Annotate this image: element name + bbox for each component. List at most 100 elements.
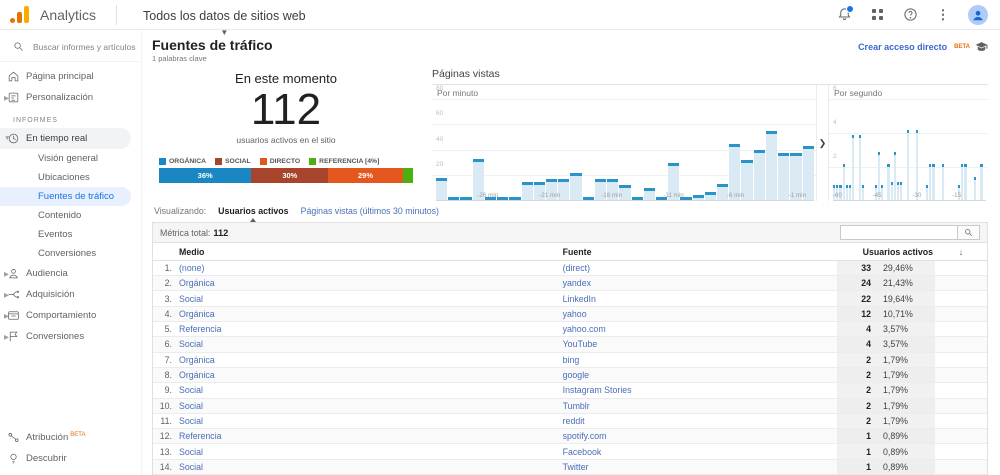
school-cap-icon[interactable] bbox=[975, 40, 988, 53]
notifications-icon[interactable] bbox=[836, 7, 852, 23]
medio-link[interactable]: Orgánica bbox=[179, 309, 215, 319]
per-second-chart[interactable]: Por segundo 246-60-45-30-15 bbox=[828, 85, 988, 201]
sidebar-item-vision-general[interactable]: Visión general bbox=[0, 149, 141, 168]
row-tail bbox=[935, 398, 987, 413]
medio-cell: Social bbox=[179, 383, 563, 398]
bar bbox=[952, 199, 954, 200]
bar bbox=[891, 182, 893, 200]
create-shortcut-link[interactable]: Crear acceso directoBETA bbox=[858, 40, 988, 53]
sidebar-item-atribucion[interactable]: AtribuciónBETA bbox=[0, 427, 141, 448]
bar bbox=[910, 199, 912, 200]
sidebar-item-label: Página principal bbox=[26, 71, 94, 82]
sidebar-item-conversiones[interactable]: ▶ Conversiones bbox=[0, 326, 141, 347]
per-second-label: Por segundo bbox=[834, 88, 882, 98]
lightbulb-icon bbox=[7, 452, 20, 465]
header-fuente[interactable]: Fuente bbox=[563, 243, 837, 260]
sidebar-item-descubrir[interactable]: Descubrir bbox=[0, 448, 141, 469]
fuente-cell: yahoo.com bbox=[563, 322, 837, 337]
fuente-link[interactable]: google bbox=[563, 370, 589, 380]
row-index: 14. bbox=[153, 459, 179, 474]
fuente-link[interactable]: Twitter bbox=[563, 462, 589, 472]
usuarios-percent: 29,46% bbox=[877, 260, 935, 275]
fuente-link[interactable]: yandex bbox=[563, 278, 591, 288]
medio-link[interactable]: Social bbox=[179, 385, 203, 395]
legend-swatch-icon bbox=[309, 158, 316, 165]
legend-item: ORGÁNICA bbox=[159, 158, 206, 165]
sidebar-item-adquisicion[interactable]: ▶ Adquisición bbox=[0, 284, 141, 305]
sidebar-item-conversiones-rt[interactable]: Conversiones bbox=[0, 244, 141, 263]
sidebar-item-realtime[interactable]: ▼ En tiempo real bbox=[0, 128, 131, 149]
main-content: Fuentes de tráfico 1 palabras clave Crea… bbox=[142, 30, 1000, 475]
medio-link[interactable]: Orgánica bbox=[179, 370, 215, 380]
bar bbox=[936, 199, 938, 200]
fuente-link[interactable]: spotify.com bbox=[563, 431, 607, 441]
bar bbox=[843, 164, 845, 201]
fuente-link[interactable]: Tumblr bbox=[563, 401, 590, 411]
sidebar-item-customization[interactable]: ▶ Personalización bbox=[0, 87, 141, 108]
fuente-link[interactable]: (direct) bbox=[563, 263, 590, 273]
row-index: 4. bbox=[153, 306, 179, 321]
medio-link[interactable]: Social bbox=[179, 401, 203, 411]
row-tail bbox=[935, 260, 987, 275]
table-row: 13.SocialFacebook10,89% bbox=[153, 444, 987, 459]
medio-link[interactable]: Orgánica bbox=[179, 355, 215, 365]
sidebar-item-fuentes-de-trafico[interactable]: Fuentes de tráfico bbox=[0, 187, 131, 206]
bar bbox=[916, 130, 918, 200]
bar bbox=[570, 173, 581, 201]
fuente-link[interactable]: LinkedIn bbox=[563, 294, 596, 304]
medio-link[interactable]: Referencia bbox=[179, 324, 222, 334]
help-icon[interactable] bbox=[902, 7, 918, 23]
medio-link[interactable]: Social bbox=[179, 462, 203, 472]
avatar[interactable] bbox=[968, 5, 988, 25]
medio-link[interactable]: Social bbox=[179, 339, 203, 349]
table-search-button[interactable] bbox=[958, 225, 980, 240]
apps-grid-icon[interactable] bbox=[869, 7, 885, 23]
sidebar-item-eventos[interactable]: Eventos bbox=[0, 225, 141, 244]
sort-desc-icon[interactable]: ↓ bbox=[935, 243, 987, 260]
fuente-link[interactable]: Facebook bbox=[563, 447, 602, 457]
sidebar-search[interactable] bbox=[0, 32, 141, 62]
table-row: 9.SocialInstagram Stories21,79% bbox=[153, 383, 987, 398]
sidebar-item-label: En tiempo real bbox=[26, 133, 87, 144]
person-icon bbox=[7, 267, 20, 280]
medio-cell: Orgánica bbox=[179, 367, 563, 382]
medio-link[interactable]: Social bbox=[179, 294, 203, 304]
table-row: 12.Referenciaspotify.com10,89% bbox=[153, 429, 987, 444]
sidebar-item-home[interactable]: Página principal bbox=[0, 66, 141, 87]
per-minute-chart[interactable]: Por minuto 20406080-26 min-21 min-16 min… bbox=[432, 85, 817, 201]
sidebar-item-ubicaciones[interactable]: Ubicaciones bbox=[0, 168, 141, 187]
medio-cell: Social bbox=[179, 337, 563, 352]
chart-next-icon[interactable]: ❯ bbox=[817, 85, 828, 201]
fuente-link[interactable]: bing bbox=[563, 355, 580, 365]
usuarios-percent: 19,64% bbox=[877, 291, 935, 306]
traffic-stacked-bar[interactable]: 36%30%29% bbox=[159, 168, 413, 183]
traffic-legend: ORGÁNICASOCIALDIRECTOREFERENCIA [4%] bbox=[152, 158, 420, 165]
fuente-link[interactable]: Instagram Stories bbox=[563, 385, 632, 395]
sidebar-item-comportamiento[interactable]: ▶ Comportamiento bbox=[0, 305, 141, 326]
header-medio[interactable]: Medio bbox=[179, 243, 563, 260]
table-search-input[interactable] bbox=[840, 225, 958, 240]
medio-link[interactable]: Referencia bbox=[179, 431, 222, 441]
header-usuarios-activos[interactable]: Usuarios activos bbox=[837, 243, 935, 260]
fuente-link[interactable]: yahoo.com bbox=[563, 324, 606, 334]
legend-item: SOCIAL bbox=[215, 158, 251, 165]
medio-link[interactable]: Orgánica bbox=[179, 278, 215, 288]
medio-link[interactable]: (none) bbox=[179, 263, 204, 273]
bar bbox=[974, 177, 976, 200]
sidebar-item-audiencia[interactable]: ▶ Audiencia bbox=[0, 263, 141, 284]
toggle-usuarios-activos[interactable]: Usuarios activos bbox=[218, 206, 288, 216]
more-vert-icon[interactable]: ⋮ bbox=[935, 7, 951, 23]
medio-link[interactable]: Social bbox=[179, 447, 203, 457]
fuente-link[interactable]: reddit bbox=[563, 416, 585, 426]
analytics-logo-icon[interactable] bbox=[10, 6, 29, 23]
fuente-link[interactable]: YouTube bbox=[563, 339, 598, 349]
fuente-cell: yandex bbox=[563, 276, 837, 291]
search-input[interactable] bbox=[33, 42, 137, 52]
sidebar-item-contenido[interactable]: Contenido bbox=[0, 206, 141, 225]
toggle-paginas-vistas[interactable]: Páginas vistas (últimos 30 minutos) bbox=[301, 206, 439, 216]
fuente-link[interactable]: yahoo bbox=[563, 309, 587, 319]
bar bbox=[871, 199, 873, 200]
legend-label: REFERENCIA [4%] bbox=[319, 158, 379, 165]
row-index: 2. bbox=[153, 276, 179, 291]
medio-link[interactable]: Social bbox=[179, 416, 203, 426]
